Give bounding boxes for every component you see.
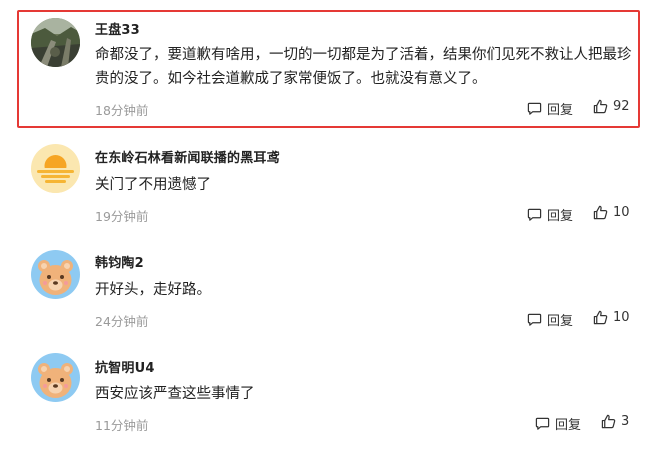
photo-avatar-icon	[31, 18, 80, 67]
comment-bubble-icon	[527, 102, 542, 115]
comment-text: 西安应该严查这些事情了	[95, 386, 255, 402]
user-avatar[interactable]	[31, 144, 80, 193]
thumbs-up-icon	[593, 205, 608, 220]
reply-button[interactable]: 回复	[527, 205, 573, 224]
reply-label: 回复	[555, 418, 582, 433]
reply-label: 回复	[547, 103, 574, 118]
thumbs-up-icon	[601, 414, 616, 429]
reply-label: 回复	[547, 314, 574, 329]
like-button[interactable]: 10	[593, 205, 630, 220]
reply-label: 回复	[547, 209, 574, 224]
comment-item: 在东岭石林看新闻联播的黑耳鸢 关门了不用遗憾了 19分钟前 回复 10	[0, 135, 662, 240]
reply-button[interactable]: 回复	[535, 414, 581, 433]
sunset-avatar-icon	[31, 144, 80, 193]
comment-bubble-icon	[527, 208, 542, 221]
timestamp: 18分钟前	[95, 103, 149, 118]
bear-avatar-icon	[31, 353, 80, 402]
comment-text: 开好头，走好路。	[95, 282, 211, 298]
comment-bubble-icon	[535, 417, 550, 430]
like-button[interactable]: 10	[593, 310, 630, 325]
thumbs-up-icon	[593, 310, 608, 325]
timestamp: 11分钟前	[95, 418, 149, 433]
like-button[interactable]: 92	[593, 99, 630, 114]
like-count: 10	[613, 205, 630, 220]
timestamp: 19分钟前	[95, 209, 149, 224]
comment-item: 抗智明U4 西安应该严查这些事情了 11分钟前 回复 3	[0, 345, 662, 453]
like-button[interactable]: 3	[601, 414, 629, 429]
username[interactable]: 王盘33	[95, 19, 140, 38]
username[interactable]: 韩钧陶2	[95, 252, 144, 271]
user-avatar[interactable]	[31, 18, 80, 67]
username[interactable]: 在东岭石林看新闻联播的黑耳鸢	[95, 147, 280, 166]
comment-text: 关门了不用遗憾了	[95, 177, 211, 193]
comment-item: 王盘33 命都没了，要道歉有啥用，一切的一切都是为了活着，结果你们见死不救让人把…	[0, 0, 662, 135]
comment-item: 韩钧陶2 开好头，走好路。 24分钟前 回复 10	[0, 240, 662, 345]
like-count: 92	[613, 99, 630, 114]
like-count: 3	[621, 414, 630, 429]
user-avatar[interactable]	[31, 250, 80, 299]
user-avatar[interactable]	[31, 353, 80, 402]
bear-avatar-icon	[31, 250, 80, 299]
comment-text: 命都没了，要道歉有啥用，一切的一切都是为了活着，结果你们见死不救让人把最珍贵的没…	[95, 47, 632, 87]
like-count: 10	[613, 310, 630, 325]
comment-bubble-icon	[527, 313, 542, 326]
thumbs-up-icon	[593, 99, 608, 114]
username[interactable]: 抗智明U4	[95, 357, 155, 376]
timestamp: 24分钟前	[95, 314, 149, 329]
reply-button[interactable]: 回复	[527, 310, 573, 329]
reply-button[interactable]: 回复	[527, 99, 573, 118]
